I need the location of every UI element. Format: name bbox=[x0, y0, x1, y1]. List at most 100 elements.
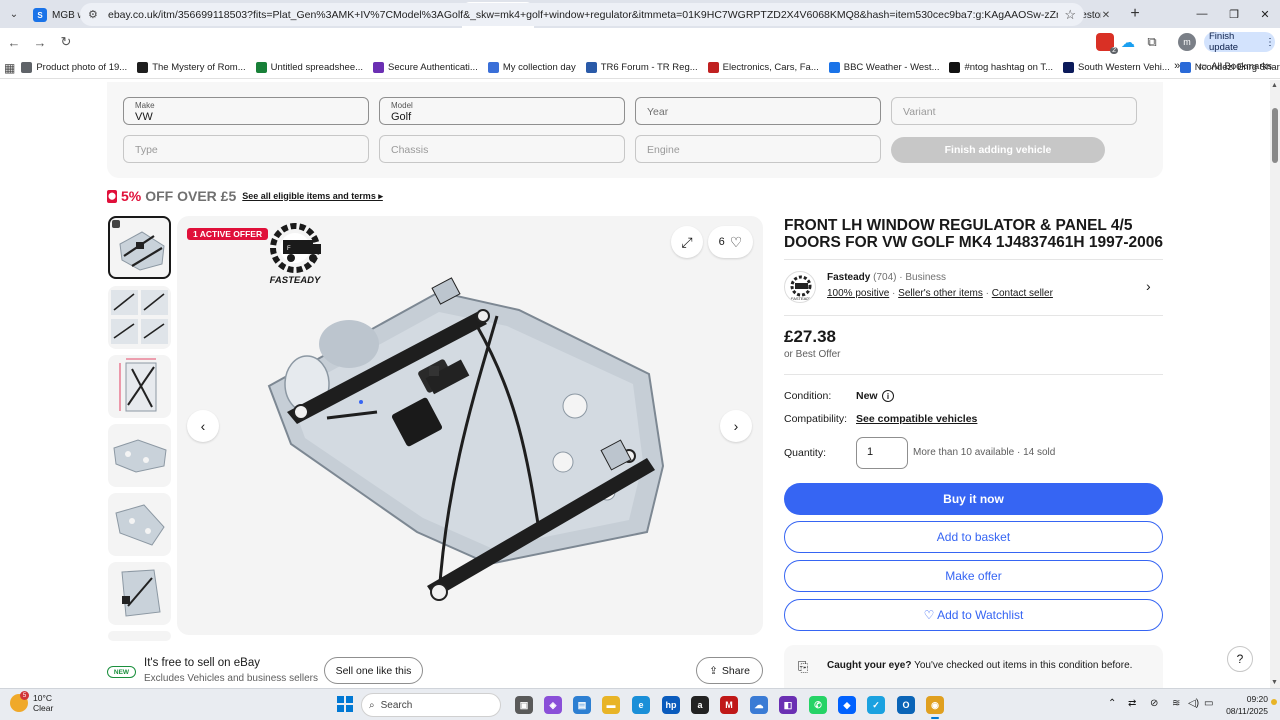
model-select[interactable]: Model Golf bbox=[379, 97, 625, 125]
scroll-up-icon[interactable]: ▲ bbox=[1271, 82, 1278, 89]
panel-angle-thumbnail-image bbox=[115, 504, 165, 546]
battery-icon[interactable]: ▭ bbox=[1204, 698, 1213, 709]
contact-seller-link[interactable]: Contact seller bbox=[992, 288, 1053, 299]
make-select[interactable]: Make VW bbox=[123, 97, 369, 125]
tray-overflow-icon[interactable]: ⌃ bbox=[1108, 698, 1116, 709]
office-icon[interactable]: ◧ bbox=[779, 696, 797, 714]
thumbnail-2[interactable] bbox=[108, 286, 171, 349]
image-gallery[interactable]: 1 ACTIVE OFFER F FASTEADY ⤢ 6 ♡ ‹ › bbox=[177, 216, 763, 635]
close-window-button[interactable]: ✕ bbox=[1243, 0, 1280, 28]
bookmark-item[interactable]: The Mystery of Rom... bbox=[137, 62, 246, 73]
variant-select[interactable]: Variant bbox=[891, 97, 1137, 125]
see-compatible-vehicles-link[interactable]: See compatible vehicles bbox=[856, 413, 977, 425]
thumbnail-4[interactable] bbox=[108, 424, 171, 487]
dropbox-icon[interactable]: ◆ bbox=[838, 696, 856, 714]
page-scrollbar[interactable]: ▲ ▼ bbox=[1270, 80, 1280, 688]
sell-one-like-this-button[interactable]: Sell one like this bbox=[324, 657, 423, 684]
notification-dot-icon[interactable] bbox=[1271, 699, 1277, 705]
chassis-select[interactable]: Chassis bbox=[379, 135, 625, 163]
scrollbar-thumb[interactable] bbox=[1272, 108, 1278, 163]
price: £27.38 bbox=[784, 327, 836, 346]
bookmark-item[interactable]: Untitled spreadshee... bbox=[255, 62, 363, 73]
bookmark-star-icon[interactable]: ☆ bbox=[1064, 7, 1076, 23]
wifi-icon[interactable]: ≋ bbox=[1172, 698, 1180, 709]
address-bar[interactable]: ⚙ ebay.co.uk/itm/356699118503?fits=Plat_… bbox=[80, 3, 1084, 26]
make-offer-button[interactable]: Make offer bbox=[784, 560, 1163, 592]
weather-condition: Clear bbox=[33, 703, 54, 713]
forward-icon[interactable]: → bbox=[28, 30, 52, 54]
cloud-extension-icon[interactable]: ☁ bbox=[1119, 33, 1137, 51]
site-info-icon[interactable]: ⚙ bbox=[88, 8, 104, 21]
next-image-icon[interactable]: › bbox=[720, 410, 752, 442]
help-icon[interactable]: ? bbox=[1227, 646, 1253, 672]
bookmark-item[interactable]: #ntog hashtag on T... bbox=[949, 62, 1053, 73]
thumbnail-6[interactable] bbox=[108, 562, 171, 625]
type-select[interactable]: Type bbox=[123, 135, 369, 163]
whatsapp-icon[interactable]: ✆ bbox=[809, 696, 827, 714]
buy-it-now-button[interactable]: Buy it now bbox=[784, 483, 1163, 515]
thumbnail-5[interactable] bbox=[108, 493, 171, 556]
windows-start-icon[interactable] bbox=[337, 696, 354, 713]
weather-widget[interactable]: 5 10°C Clear bbox=[10, 691, 54, 713]
tray-muted-icon[interactable]: ⊘ bbox=[1150, 698, 1158, 709]
thumbnail-7[interactable] bbox=[108, 631, 171, 641]
volume-icon[interactable]: ◁) bbox=[1188, 698, 1199, 709]
hp-icon[interactable]: hp bbox=[662, 696, 680, 714]
norton-icon[interactable]: ✓ bbox=[867, 696, 885, 714]
file-explorer-icon[interactable]: ▬ bbox=[602, 696, 620, 714]
tab-title: MGB w bbox=[52, 9, 81, 21]
store-icon[interactable]: ▤ bbox=[573, 696, 591, 714]
extensions-puzzle-icon[interactable]: ⧉ bbox=[1143, 33, 1161, 51]
finish-update-button[interactable]: Finish update ⋮ bbox=[1204, 31, 1275, 53]
promo-terms-link[interactable]: See all eligible items and terms ▸ bbox=[242, 191, 383, 202]
seller-name[interactable]: Fasteady bbox=[827, 272, 870, 283]
bookmark-item[interactable]: BBC Weather - West... bbox=[828, 62, 939, 73]
bookmark-item[interactable]: TR6 Forum - TR Reg... bbox=[585, 62, 698, 73]
copilot-icon[interactable]: ◈ bbox=[544, 696, 562, 714]
finish-adding-vehicle-button[interactable]: Finish adding vehicle bbox=[891, 137, 1105, 163]
profile-avatar[interactable]: m bbox=[1178, 33, 1196, 51]
chrome-icon[interactable]: ◉ bbox=[926, 696, 944, 719]
onedrive-icon[interactable]: ☁ bbox=[750, 696, 768, 714]
bookmark-item[interactable]: South Western Vehi... bbox=[1063, 62, 1170, 73]
info-icon[interactable]: i bbox=[882, 390, 894, 402]
add-to-watchlist-button[interactable]: ♡ Add to Watchlist bbox=[784, 599, 1163, 631]
clock[interactable]: 09:20 08/11/2025 bbox=[1226, 693, 1268, 717]
engine-select[interactable]: Engine bbox=[635, 135, 881, 163]
quantity-input[interactable]: 1 bbox=[856, 437, 908, 469]
edge-icon[interactable]: e bbox=[632, 696, 650, 714]
thumbnail-3[interactable] bbox=[108, 355, 171, 418]
close-tab-icon[interactable]: ✕ bbox=[1101, 10, 1111, 21]
bookmark-item[interactable]: Secure Authenticati... bbox=[373, 62, 478, 73]
bookmark-item[interactable]: Product photo of 19... bbox=[21, 62, 127, 73]
thumbnail-1[interactable] bbox=[108, 216, 171, 279]
tab-search-chevron-icon[interactable]: ⌄ bbox=[3, 3, 25, 25]
mcafee-icon[interactable]: M bbox=[720, 696, 738, 714]
seller-type: · Business bbox=[899, 272, 946, 283]
url-text[interactable]: ebay.co.uk/itm/356699118503?fits=Plat_Ge… bbox=[108, 9, 1058, 21]
seller-avatar[interactable]: FASTEADY bbox=[784, 271, 816, 303]
outlook-icon[interactable]: O bbox=[897, 696, 915, 714]
positive-feedback-link[interactable]: 100% positive bbox=[827, 288, 889, 299]
all-bookmarks-button[interactable]: » ▭ All Bookmarks bbox=[1174, 60, 1272, 72]
amazon-icon[interactable]: a bbox=[691, 696, 709, 714]
bookmark-item[interactable]: My collection day bbox=[487, 62, 576, 73]
task-view-icon[interactable]: ▣ bbox=[515, 696, 533, 714]
previous-image-icon[interactable]: ‹ bbox=[187, 410, 219, 442]
tray-app-icon[interactable]: ⇄ bbox=[1128, 698, 1136, 709]
reload-icon[interactable]: ↻ bbox=[54, 30, 78, 54]
new-tab-button[interactable]: + bbox=[1123, 2, 1147, 26]
scroll-down-icon[interactable]: ▼ bbox=[1271, 679, 1278, 686]
back-icon[interactable]: ← bbox=[2, 30, 26, 54]
expand-icon[interactable]: ⤢ bbox=[671, 226, 703, 258]
apps-grid-icon[interactable]: ▦ bbox=[4, 61, 15, 75]
watchers-button[interactable]: 6 ♡ bbox=[708, 226, 753, 258]
add-to-basket-button[interactable]: Add to basket bbox=[784, 521, 1163, 553]
year-select[interactable]: Year bbox=[635, 97, 881, 125]
extension-icon[interactable]: 2 bbox=[1096, 33, 1118, 54]
share-button[interactable]: ⇪ Share bbox=[696, 657, 763, 684]
taskbar-search-box[interactable]: ⌕ Search bbox=[361, 693, 501, 717]
bookmark-item[interactable]: Electronics, Cars, Fa... bbox=[707, 62, 819, 73]
chevron-right-icon[interactable]: › bbox=[1146, 278, 1151, 294]
sellers-other-items-link[interactable]: Seller's other items bbox=[898, 288, 983, 299]
